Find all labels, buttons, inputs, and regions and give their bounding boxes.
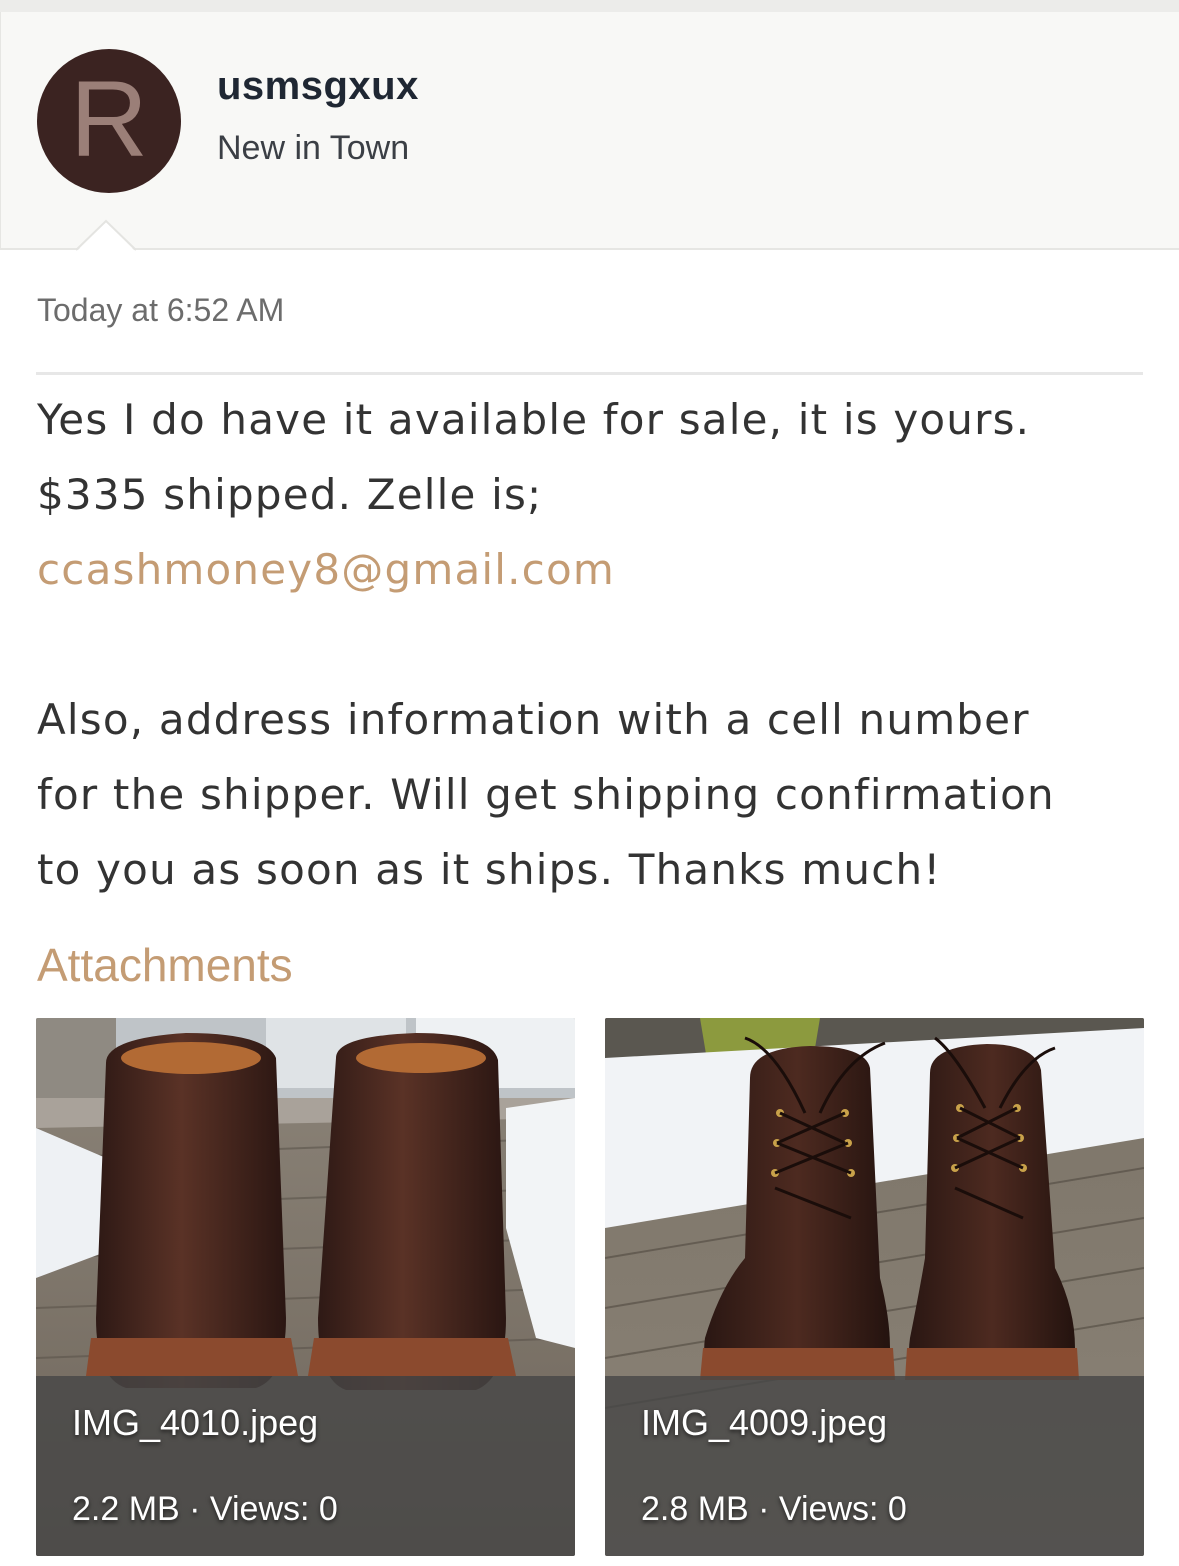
message-line: to you as soon as it ships. Thanks much! [37,845,942,894]
attachment-meta: 2.2 MB · Views: 0 [72,1490,338,1528]
message-line: Yes I do have it available for sale, it … [37,395,1031,444]
attachment-thumbnail-1[interactable]: IMG_4010.jpeg 2.2 MB · Views: 0 [36,1018,575,1556]
divider [36,372,1143,375]
message-line: Also, address information with a cell nu… [37,695,1030,744]
message-line: $335 shipped. Zelle is; [37,470,543,519]
attachments-heading: Attachments [37,939,293,991]
attachment-overlay: IMG_4010.jpeg 2.2 MB · Views: 0 [36,1376,575,1556]
caret-pointer [76,219,136,252]
attachment-overlay: IMG_4009.jpeg 2.8 MB · Views: 0 [605,1376,1144,1556]
attachment-meta: 2.8 MB · Views: 0 [641,1490,907,1528]
message-body: Yes I do have it available for sale, it … [37,382,1157,907]
message-timestamp[interactable]: Today at 6:52 AM [37,292,284,329]
message-header: R usmsgxux New in Town [0,12,1179,250]
user-title: New in Town [217,129,410,167]
avatar-letter: R [70,58,148,179]
avatar[interactable]: R [37,49,181,193]
attachment-thumbnail-2[interactable]: IMG_4009.jpeg 2.8 MB · Views: 0 [605,1018,1144,1556]
username-link[interactable]: usmsgxux [217,64,419,109]
attachment-filename[interactable]: IMG_4010.jpeg [72,1402,318,1444]
attachment-filename[interactable]: IMG_4009.jpeg [641,1402,887,1444]
message-line: for the shipper. Will get shipping confi… [37,770,1055,819]
top-strip [0,0,1179,12]
email-link[interactable]: ccashmoney8@gmail.com [37,545,615,594]
